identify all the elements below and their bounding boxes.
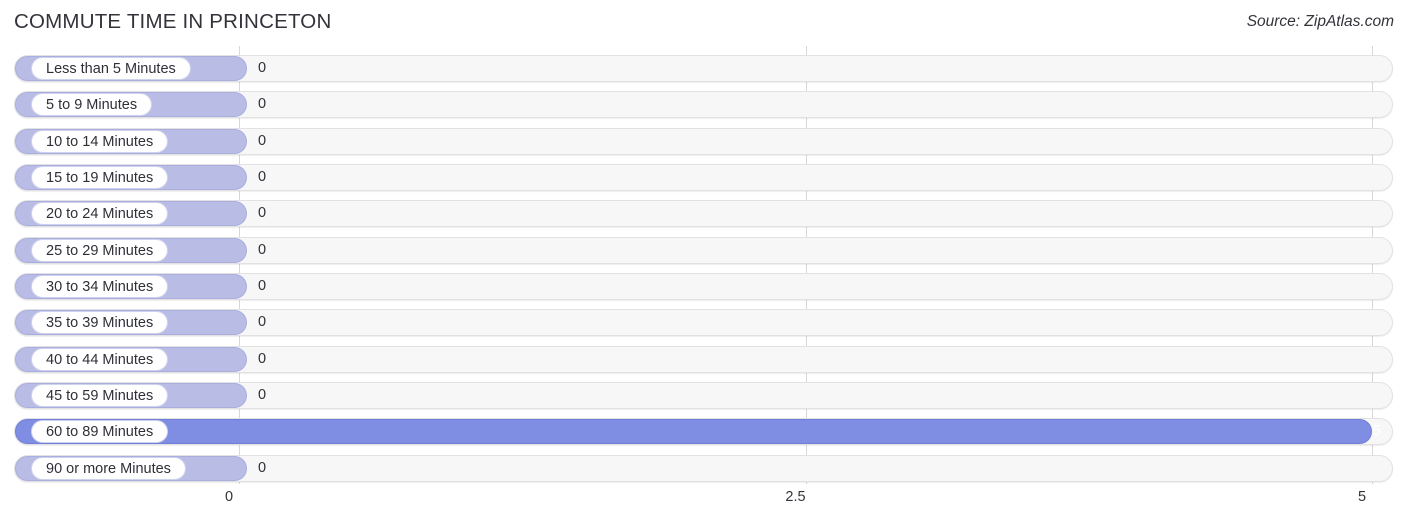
bar-value-label: 0: [258, 60, 267, 76]
bar-value-label: 0: [258, 168, 267, 185]
x-axis-tick-label: 5: [1357, 489, 1367, 505]
bar-category-label: 40 to 44 Minutes: [31, 347, 169, 371]
bar-value-label: 5: [1372, 423, 1381, 440]
bar-value-label: 0: [258, 386, 267, 403]
bar-value-label: 0: [258, 132, 267, 149]
bar-row[interactable]: 60 to 89 Minutes 5: [14, 418, 1393, 446]
bar-row[interactable]: Less than 5 Minutes 0: [14, 55, 1393, 82]
bar-row[interactable]: 15 to 19 Minutes 0: [14, 163, 1393, 191]
bar-category-label: Less than 5 Minutes: [31, 57, 191, 80]
bar-row[interactable]: 45 to 59 Minutes 0: [14, 381, 1393, 409]
bar-value-label: 0: [258, 241, 267, 258]
source-attribution: Source: ZipAtlas.com: [1246, 13, 1394, 30]
bar-row[interactable]: 20 to 24 Minutes 0: [14, 200, 1393, 228]
bar-row[interactable]: 25 to 29 Minutes 0: [14, 236, 1393, 264]
x-axis-tick-label: 0: [224, 489, 234, 505]
bar-category-label: 90 or more Minutes: [31, 456, 186, 480]
bar-row[interactable]: 35 to 39 Minutes 0: [14, 309, 1393, 337]
bar-category-label: 10 to 14 Minutes: [31, 129, 169, 153]
bar-row[interactable]: 10 to 14 Minutes 0: [14, 127, 1393, 155]
bar-category-label: 25 to 29 Minutes: [31, 238, 169, 262]
bar-category-label: 60 to 89 Minutes: [31, 420, 169, 444]
bar-rows: Less than 5 Minutes 0 5 to 9 Minutes 0 10 to…: [0, 46, 1406, 484]
bar-row[interactable]: 90 or more Minutes 0: [14, 454, 1393, 482]
x-axis-tick-label: 2.5: [785, 489, 806, 505]
page-title: COMMUTE TIME IN PRINCETON: [14, 10, 332, 33]
chart-header: COMMUTE TIME IN PRINCETON Source: ZipAtl…: [0, 0, 1406, 46]
bar-category-label: 5 to 9 Minutes: [31, 93, 153, 117]
bar-row[interactable]: 40 to 44 Minutes 0: [14, 345, 1393, 373]
bar-value-label: 0: [258, 350, 267, 367]
bar-category-label: 20 to 24 Minutes: [31, 202, 169, 226]
bar-category-label: 15 to 19 Minutes: [31, 165, 169, 189]
bar-value-label: 0: [258, 314, 267, 331]
bar-fill: [15, 419, 1372, 445]
bar-row[interactable]: 30 to 34 Minutes 0: [14, 272, 1393, 300]
x-axis: 0 2.5 5: [0, 484, 1406, 523]
bar-category-label: 35 to 39 Minutes: [31, 311, 169, 335]
chart-plot-area: Less than 5 Minutes 0 5 to 9 Minutes 0 10 to…: [0, 46, 1406, 484]
bar-value-label: 0: [258, 96, 267, 113]
bar-row[interactable]: 5 to 9 Minutes 0: [14, 91, 1393, 119]
bar-value-label: 0: [258, 277, 267, 294]
bar-category-label: 45 to 59 Minutes: [31, 383, 169, 407]
bar-category-label: 30 to 34 Minutes: [31, 274, 169, 298]
bar-value-label: 0: [258, 205, 267, 222]
bar-value-label: 0: [258, 459, 267, 476]
